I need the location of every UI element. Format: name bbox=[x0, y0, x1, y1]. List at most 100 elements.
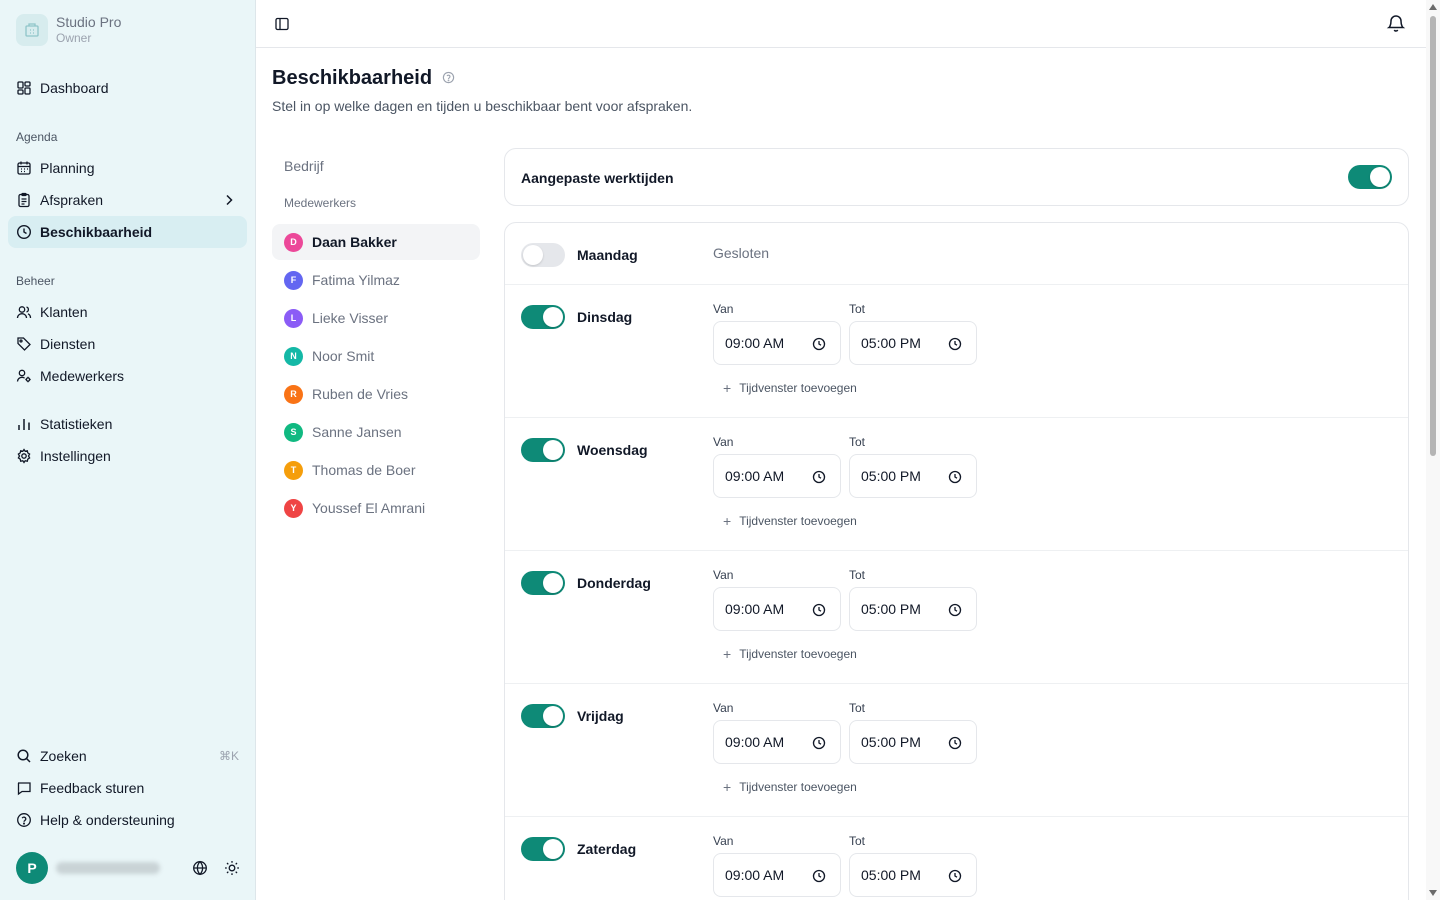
scroll-down-arrow[interactable] bbox=[1429, 890, 1437, 896]
time-value: 05:00 PM bbox=[861, 601, 921, 617]
clock-icon[interactable] bbox=[948, 736, 962, 753]
avatar[interactable]: P bbox=[16, 852, 48, 884]
from-time-input[interactable]: 09:00 AM bbox=[713, 587, 841, 631]
tag-icon bbox=[16, 336, 32, 352]
staff-item[interactable]: D Daan Bakker bbox=[272, 224, 480, 260]
clock-icon[interactable] bbox=[812, 736, 826, 753]
day-row-woensdag: Woensdag Van Tot 09:00 AM 05:00 PM + Tij… bbox=[505, 418, 1408, 551]
scroll-thumb[interactable] bbox=[1430, 16, 1436, 456]
staff-item[interactable]: F Fatima Yilmaz bbox=[272, 262, 480, 298]
add-time-window-label: Tijdvenster toevoegen bbox=[739, 381, 857, 395]
plus-icon: + bbox=[723, 380, 732, 396]
scrollbar[interactable] bbox=[1426, 0, 1440, 900]
add-time-window-button[interactable]: + Tijdvenster toevoegen bbox=[723, 380, 857, 396]
nav-item-statistieken[interactable]: Statistieken bbox=[8, 408, 247, 440]
day-toggle[interactable] bbox=[521, 305, 565, 329]
nav-item-beschikbaarheid[interactable]: Beschikbaarheid bbox=[8, 216, 247, 248]
globe-icon[interactable] bbox=[192, 860, 208, 879]
clock-icon[interactable] bbox=[812, 603, 826, 620]
scroll-up-arrow[interactable] bbox=[1429, 4, 1437, 10]
custom-hours-toggle[interactable] bbox=[1348, 165, 1392, 189]
nav-item-klanten[interactable]: Klanten bbox=[8, 296, 247, 328]
staff-item[interactable]: S Sanne Jansen bbox=[272, 414, 480, 450]
from-time-input[interactable]: 09:00 AM bbox=[713, 454, 841, 498]
staff-name: Daan Bakker bbox=[312, 234, 397, 250]
staff-avatar: S bbox=[284, 422, 303, 442]
staff-item[interactable]: T Thomas de Boer bbox=[272, 452, 480, 488]
nav-item-feedback[interactable]: Feedback sturen bbox=[8, 772, 247, 804]
nav-group-agenda: Agenda bbox=[16, 130, 58, 144]
clock-icon[interactable] bbox=[948, 869, 962, 886]
staff-company[interactable]: Bedrijf bbox=[284, 158, 324, 174]
staff-name: Thomas de Boer bbox=[312, 462, 416, 478]
time-value: 09:00 AM bbox=[725, 335, 785, 351]
day-toggle[interactable] bbox=[521, 438, 565, 462]
staff-item[interactable]: R Ruben de Vries bbox=[272, 376, 480, 412]
staff-name: Fatima Yilmaz bbox=[312, 272, 400, 288]
clock-icon[interactable] bbox=[812, 337, 826, 354]
add-time-window-button[interactable]: + Tijdvenster toevoegen bbox=[723, 646, 857, 662]
nav-item-planning[interactable]: Planning bbox=[8, 152, 247, 184]
nav-item-zoeken[interactable]: Zoeken ⌘K bbox=[8, 740, 247, 772]
from-time-input[interactable]: 09:00 AM bbox=[713, 853, 841, 897]
custom-hours-card: Aangepaste werktijden bbox=[504, 148, 1409, 206]
time-value: 09:00 AM bbox=[725, 734, 785, 750]
to-time-input[interactable]: 05:00 PM bbox=[849, 587, 977, 631]
clock-icon[interactable] bbox=[812, 869, 826, 886]
from-time-input[interactable]: 09:00 AM bbox=[713, 321, 841, 365]
day-closed-label: Gesloten bbox=[713, 245, 770, 261]
chevron-right-icon bbox=[221, 192, 237, 211]
message-icon bbox=[16, 780, 32, 796]
add-time-window-button[interactable]: + Tijdvenster toevoegen bbox=[723, 513, 857, 529]
staff-item[interactable]: N Noor Smit bbox=[272, 338, 480, 374]
day-name: Zaterdag bbox=[577, 841, 637, 857]
staff-item[interactable]: Y Youssef El Amrani bbox=[272, 490, 480, 526]
help-circle-icon[interactable] bbox=[442, 67, 455, 90]
brand[interactable]: Studio Pro Owner bbox=[16, 14, 121, 46]
nav-item-help[interactable]: Help & ondersteuning bbox=[8, 804, 247, 836]
user-cog-icon bbox=[16, 368, 32, 384]
clock-icon[interactable] bbox=[948, 603, 962, 620]
clock-icon bbox=[16, 224, 32, 240]
clock-icon[interactable] bbox=[812, 470, 826, 487]
nav-item-afspraken[interactable]: Afspraken bbox=[8, 184, 247, 216]
nav-label-planning: Planning bbox=[40, 160, 95, 176]
to-time-input[interactable]: 05:00 PM bbox=[849, 454, 977, 498]
weekdays-card: Maandag Gesloten Dinsdag Van Tot 09:00 A… bbox=[504, 222, 1409, 900]
to-label: Tot bbox=[849, 701, 866, 715]
nav-item-medewerkers[interactable]: Medewerkers bbox=[8, 360, 247, 392]
bell-icon[interactable] bbox=[1386, 13, 1406, 36]
day-toggle[interactable] bbox=[521, 571, 565, 595]
add-time-window-button[interactable]: + Tijdvenster toevoegen bbox=[723, 779, 857, 795]
day-row-vrijdag: Vrijdag Van Tot 09:00 AM 05:00 PM + Tijd… bbox=[505, 684, 1408, 817]
add-time-window-label: Tijdvenster toevoegen bbox=[739, 514, 857, 528]
from-time-input[interactable]: 09:00 AM bbox=[713, 720, 841, 764]
sun-icon[interactable] bbox=[224, 860, 240, 879]
user-menu[interactable]: P bbox=[16, 852, 248, 884]
staff-avatar: Y bbox=[284, 498, 303, 518]
day-toggle[interactable] bbox=[521, 704, 565, 728]
nav-item-instellingen[interactable]: Instellingen bbox=[8, 440, 247, 472]
nav-group-beheer: Beheer bbox=[16, 274, 55, 288]
page-title-row: Beschikbaarheid bbox=[272, 67, 455, 90]
staff-item[interactable]: L Lieke Visser bbox=[272, 300, 480, 336]
sidebar-toggle-icon[interactable] bbox=[274, 16, 290, 35]
staff-name: Sanne Jansen bbox=[312, 424, 402, 440]
clock-icon[interactable] bbox=[948, 337, 962, 354]
day-toggle[interactable] bbox=[521, 837, 565, 861]
nav-item-dashboard[interactable]: Dashboard bbox=[8, 72, 247, 104]
nav-item-diensten[interactable]: Diensten bbox=[8, 328, 247, 360]
plus-icon: + bbox=[723, 513, 732, 529]
staff-name: Youssef El Amrani bbox=[312, 500, 426, 516]
to-time-input[interactable]: 05:00 PM bbox=[849, 720, 977, 764]
clipboard-icon bbox=[16, 192, 32, 208]
to-time-input[interactable]: 05:00 PM bbox=[849, 321, 977, 365]
topbar bbox=[256, 0, 1426, 48]
brand-role: Owner bbox=[56, 31, 92, 45]
nav-label-beschikbaarheid: Beschikbaarheid bbox=[40, 224, 153, 240]
day-toggle[interactable] bbox=[521, 243, 565, 267]
clock-icon[interactable] bbox=[948, 470, 962, 487]
staff-avatar: T bbox=[284, 460, 303, 480]
to-time-input[interactable]: 05:00 PM bbox=[849, 853, 977, 897]
day-row-maandag: Maandag Gesloten bbox=[505, 223, 1408, 285]
